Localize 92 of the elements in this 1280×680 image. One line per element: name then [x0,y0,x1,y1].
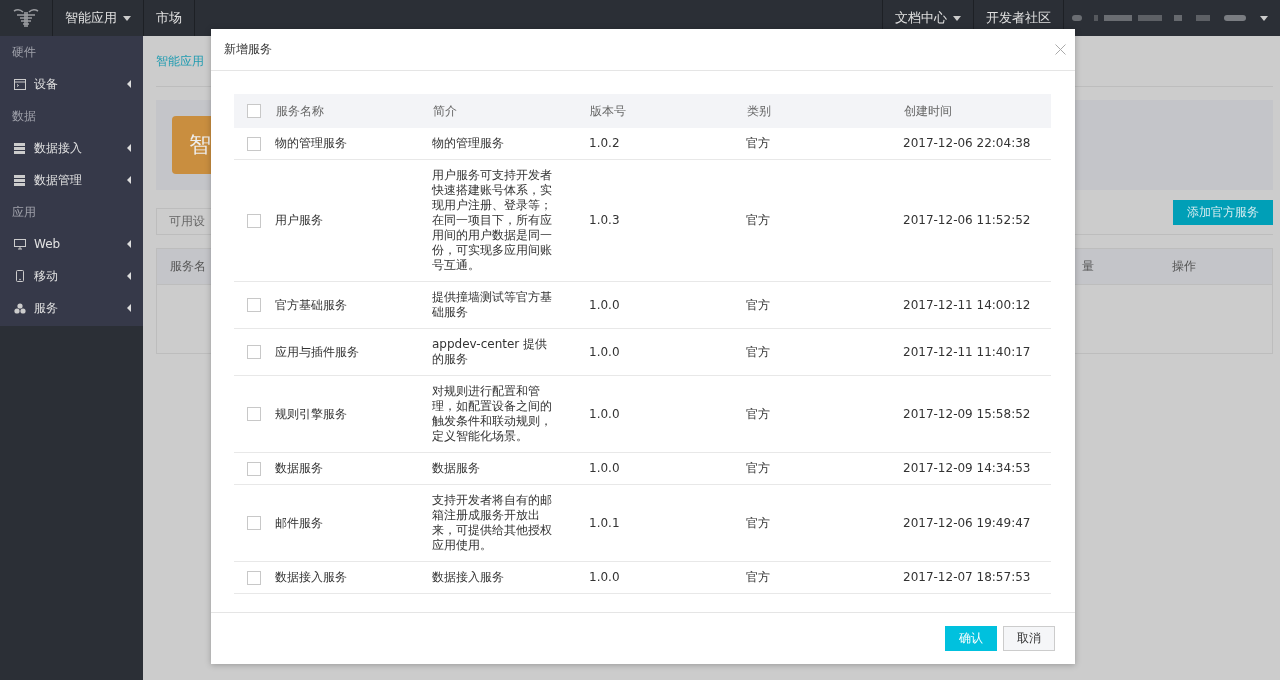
table-cell-text: 对规则进行配置和管理，如配置设备之间的触发条件和联动规则，定义智能化场景。 [432,384,553,444]
table-cell: 官方 [746,406,770,421]
caret-icon[interactable] [1260,15,1268,21]
table-cell-text: 物的管理服务 [432,136,505,151]
caret-left-icon [127,240,131,248]
caret-icon [953,15,961,21]
checkbox[interactable] [247,136,261,151]
checkbox[interactable] [247,570,261,585]
column-header: 操作 [1172,258,1197,275]
section-title: 数据 [11,108,37,125]
logo-icon[interactable] [11,7,41,29]
table-cell: 2017-12-06 19:49:47 [903,515,1031,530]
table-cell: 物的管理服务 [275,136,347,150]
table-cell: 数据服务 [275,461,323,475]
table-cell: 1.0.0 [589,297,620,312]
sidebar-item[interactable]: 服务 [0,292,143,324]
window-icon [14,78,26,90]
dialog-title: 新增服务 [224,41,272,58]
checkbox[interactable] [247,104,261,118]
caret-left-icon [127,304,131,312]
table-cell-text: 用户服务可支持开发者快速搭建账号体系，实现用户注册、登录等；在同一项目下，所有应用间的用户数据是同一份，可实现多应用间账号互通。 [432,168,553,273]
sidebar-item[interactable]: 设备 [0,68,143,100]
table-cell: 数据接入服务 [275,570,347,584]
table-cell: 用户服务 [275,213,323,227]
caret-left-icon [127,144,131,152]
table-cell: 官方 [746,136,770,150]
checkbox[interactable] [247,407,261,421]
caret-icon [123,15,131,21]
table-cell: 官方基础服务 [275,297,347,312]
table-cell: 1.0.0 [589,461,620,475]
table-cell: 1.0.0 [589,406,620,421]
checkbox[interactable] [247,461,261,476]
table-cell: 规则引擎服务 [275,406,347,421]
server-icon [14,174,26,186]
table-cell: 2017-12-07 18:57:53 [903,570,1031,584]
section-title: 应用 [11,204,37,221]
table-cell: 官方 [746,297,770,312]
sidebar-item[interactable]: 数据接入 [0,132,143,164]
column-header: 服务名称 [276,103,324,118]
table-cell: 2017-12-09 15:58:52 [903,406,1031,421]
table-cell-text: 数据接入服务 [432,570,505,585]
column-header: 服务名 [169,258,207,275]
table-cell: 1.0.0 [589,344,620,359]
close-icon[interactable] [1055,44,1066,55]
table-cell-text: 数据服务 [432,461,481,476]
table-cell-text: appdev-center 提供的服务 [432,337,549,367]
table-cell: 应用与插件服务 [275,344,359,359]
section-title: 硬件 [11,44,37,61]
sidebar-label: 设备 [34,75,59,93]
table-cell: 2017-12-11 11:40:17 [903,344,1031,359]
table-cell-text: 支持开发者将自有的邮箱注册成服务开放出来，可提供给其他授权应用使用。 [432,493,553,553]
table-cell: 1.0.1 [589,515,620,530]
table-cell: 1.0.0 [589,570,620,584]
checkbox[interactable] [247,298,261,312]
checkbox[interactable] [247,516,261,530]
nav-menu[interactable]: 市场 [144,0,195,36]
cubes-icon [14,302,26,314]
column-header: 创建时间 [904,103,952,118]
table-cell: 官方 [746,213,770,227]
sidebar-item[interactable]: 移动 [0,260,143,292]
sidebar-label: 数据接入 [34,139,83,157]
monitor-icon [14,238,26,250]
caret-left-icon [127,176,131,184]
caret-left-icon [127,272,131,280]
column-header: 简介 [433,103,457,118]
checkbox[interactable] [247,345,261,359]
table-cell: 2017-12-09 14:34:53 [903,461,1031,475]
table-cell: 2017-12-11 14:00:12 [903,297,1031,312]
table-cell-text: 提供撞墙测试等官方基础服务 [432,290,553,320]
table-cell: 官方 [746,570,770,584]
caret-left-icon [127,80,131,88]
sidebar-item[interactable]: Web [0,228,143,260]
table-cell: 2017-12-06 22:04:38 [903,136,1031,150]
table-cell: 2017-12-06 11:52:52 [903,213,1031,227]
sidebar-label: 服务 [34,299,59,317]
table-cell: 官方 [746,344,770,359]
column-header: 类别 [747,103,771,118]
column-header: 版本号 [590,103,626,118]
table-cell: 1.0.2 [589,136,620,150]
phone-icon [14,270,26,282]
table-cell: 1.0.3 [589,213,620,227]
checkbox[interactable] [247,213,261,228]
table-cell: 官方 [746,515,770,530]
table-cell: 邮件服务 [275,515,323,530]
server-icon [14,142,26,154]
sidebar-label: 数据管理 [34,171,83,189]
cancel-button[interactable]: 取消 [1003,626,1055,651]
table-cell: 官方 [746,461,770,475]
column-header: 量 [1082,258,1095,275]
sidebar-label: Web [34,237,62,251]
sidebar-item[interactable]: 数据管理 [0,164,143,196]
sidebar-label: 移动 [34,267,59,285]
